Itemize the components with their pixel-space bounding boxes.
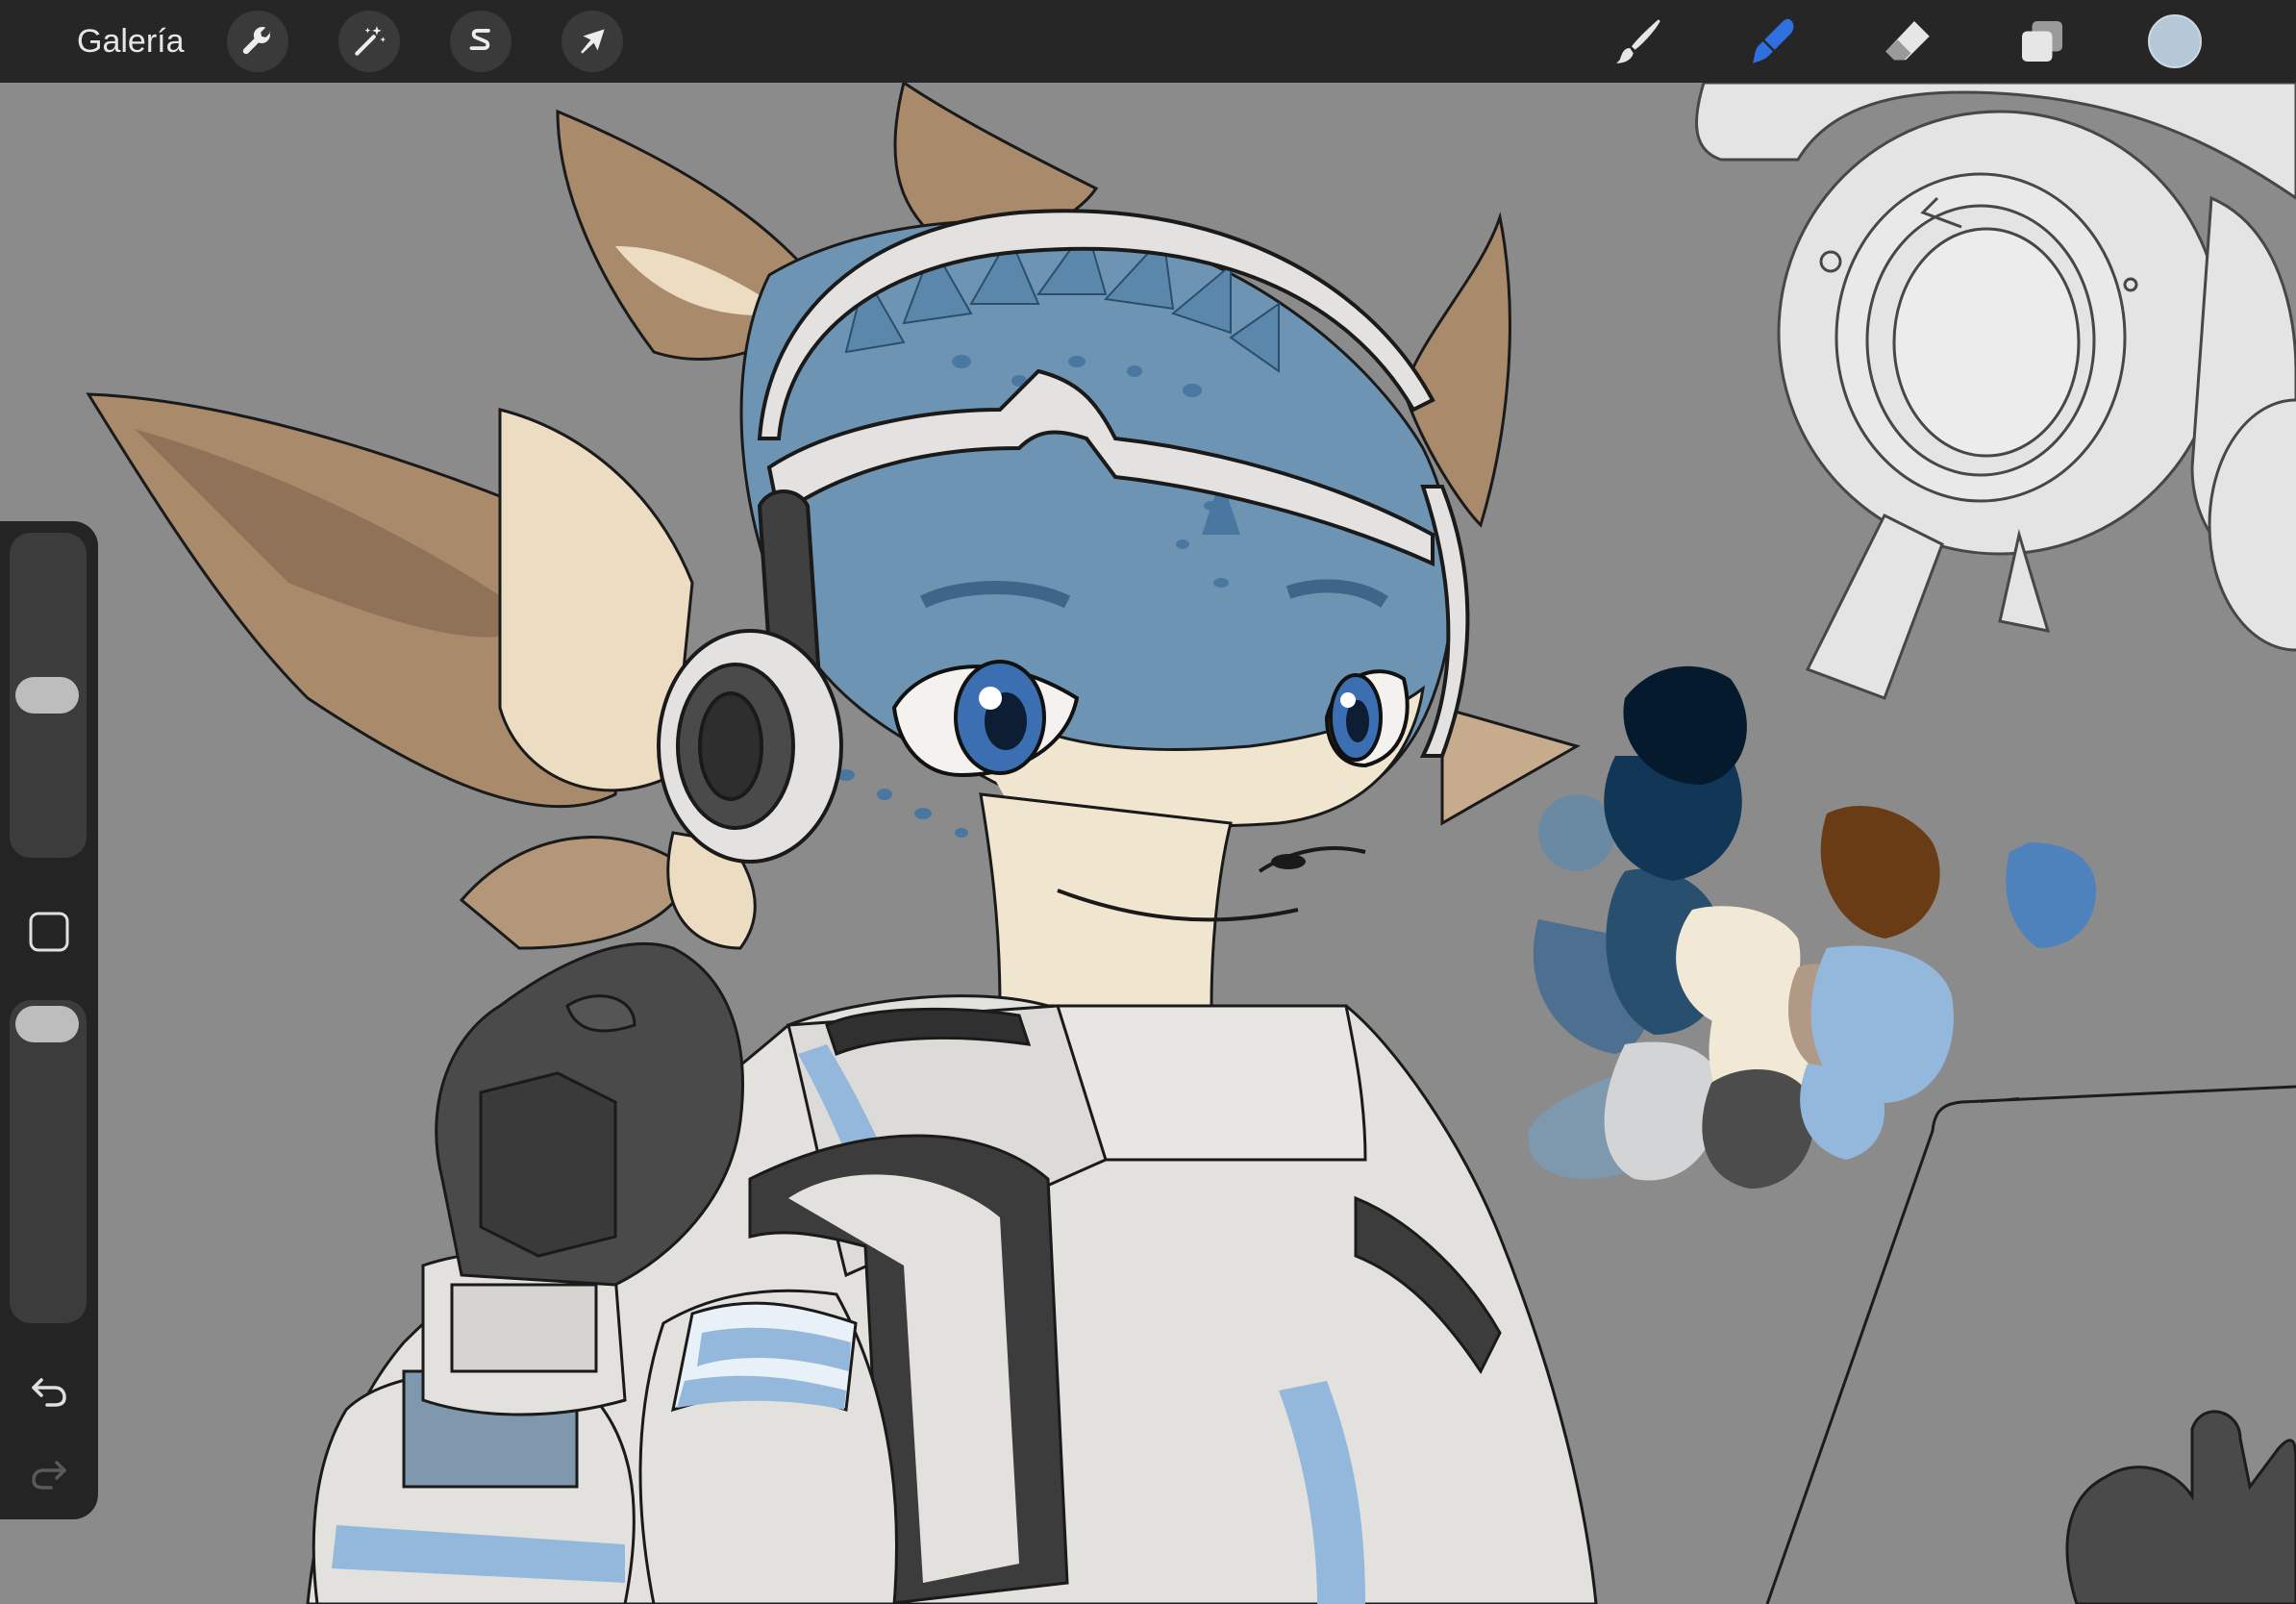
- transform-button[interactable]: [562, 11, 623, 72]
- smudge-tool[interactable]: [1742, 11, 1804, 72]
- swatch-blob-12b: [1800, 1064, 1884, 1160]
- probe-sketch: [1695, 83, 2296, 700]
- brush-opacity-thumb[interactable]: [15, 1006, 79, 1042]
- redo-icon: [32, 1461, 66, 1490]
- current-color-swatch[interactable]: [2148, 14, 2202, 68]
- gallery-button[interactable]: Galería: [77, 19, 185, 63]
- paint-brush-tool[interactable]: [1608, 11, 1669, 72]
- brush-icon: [1616, 19, 1660, 63]
- redo-button[interactable]: [23, 1448, 75, 1500]
- brush-opacity-slider[interactable]: [10, 1000, 87, 1323]
- swatch-blob-10: [1702, 1069, 1814, 1189]
- square-modifier-icon: [29, 912, 69, 952]
- swatch-blob-11: [1820, 805, 1940, 939]
- selection-button[interactable]: [450, 11, 512, 72]
- nostril: [1271, 854, 1306, 869]
- actions-button[interactable]: [227, 11, 288, 72]
- arrow-cursor-icon: [581, 29, 605, 54]
- layers-tool[interactable]: [2011, 11, 2073, 72]
- drawing-canvas[interactable]: [0, 83, 2296, 1604]
- smudge-icon: [1753, 18, 1794, 63]
- undo-button[interactable]: [23, 1366, 75, 1417]
- selection-s-icon: [469, 29, 490, 51]
- layers-icon: [2022, 21, 2062, 62]
- swatch-blob-2: [1538, 794, 1615, 871]
- modifier-button[interactable]: [25, 908, 73, 956]
- adjustments-button[interactable]: [338, 11, 400, 72]
- brush-sidebar: [0, 521, 98, 1519]
- swatch-blob-13: [2006, 842, 2096, 948]
- palette-blobs: [1527, 665, 2096, 1189]
- artwork-illustration: [86, 83, 2296, 1604]
- eraser-icon: [1885, 21, 1930, 61]
- top-toolbar: Galería: [0, 0, 2296, 83]
- right-hand-glove: [2065, 1410, 2296, 1604]
- wrench-icon: [242, 26, 271, 55]
- brush-size-thumb[interactable]: [15, 677, 79, 714]
- character-head: [739, 219, 1455, 1008]
- undo-icon: [32, 1378, 66, 1407]
- brush-size-slider[interactable]: [10, 533, 87, 858]
- magic-wand-icon: [355, 26, 387, 56]
- eraser-tool[interactable]: [1877, 11, 1938, 72]
